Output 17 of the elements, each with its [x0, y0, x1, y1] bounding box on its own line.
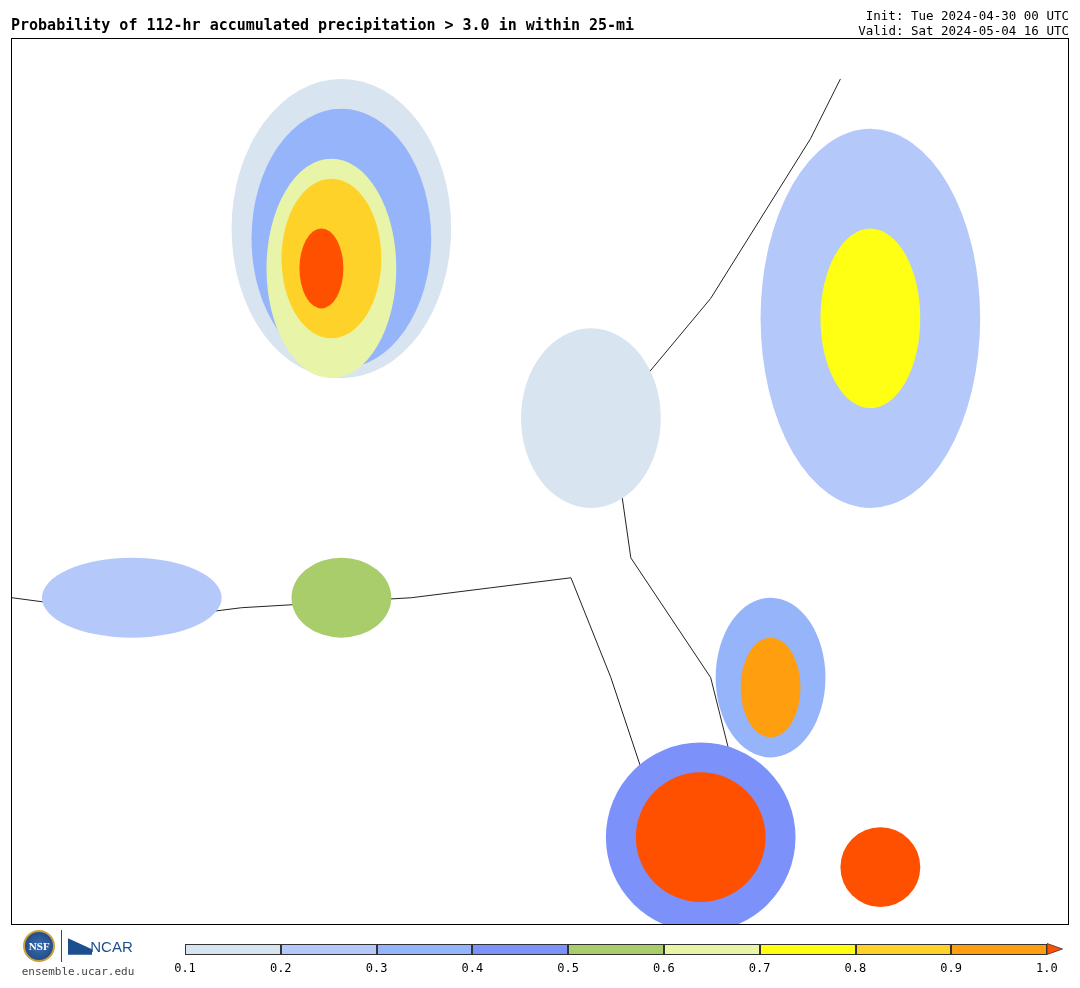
chart-title: Probability of 112-hr accumulated precipitation > 3.0 in within 25-mi — [11, 16, 635, 36]
site-url: ensemble.ucar.edu — [21, 965, 135, 978]
init-time: Init: Tue 2024-04-30 00 UTC — [865, 8, 1069, 23]
tick-label: 0.8 — [843, 961, 868, 975]
tick-label: 0.2 — [268, 961, 293, 975]
tick-label: 0.7 — [747, 961, 772, 975]
tick-label: 1.0 — [1035, 961, 1059, 975]
ncar-logo-text: NCAR — [90, 937, 133, 955]
valid-time: Valid: Sat 2024-05-04 16 UTC — [858, 23, 1069, 38]
tick-label: 0.9 — [939, 961, 963, 975]
tick-label: 0.4 — [460, 961, 485, 975]
nsf-logo: NSF — [23, 930, 56, 962]
tick-label: 0.5 — [556, 961, 580, 975]
tick-label: 0.6 — [652, 961, 676, 975]
tick-label: 0.3 — [364, 961, 389, 975]
tick-label: 0.1 — [173, 961, 197, 975]
ncar-logo-icon — [68, 937, 93, 955]
